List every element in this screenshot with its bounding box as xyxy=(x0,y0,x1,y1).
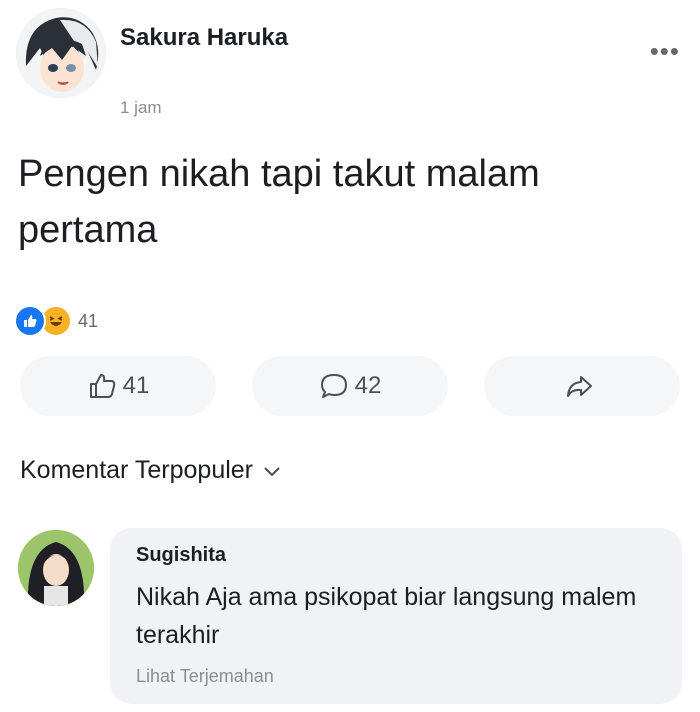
translate-link[interactable]: Lihat Terjemahan xyxy=(136,666,274,687)
like-reaction-icon xyxy=(14,305,46,337)
anime-avatar-image xyxy=(18,530,94,606)
comment-count: 42 xyxy=(354,372,382,399)
post-author-name[interactable]: Sakura Haruka xyxy=(120,24,288,52)
anime-avatar-image xyxy=(16,8,106,98)
thumbs-up-icon xyxy=(89,374,115,398)
like-count: 41 xyxy=(122,372,150,399)
more-dots-icon[interactable]: ••• xyxy=(650,36,680,67)
share-arrow-icon xyxy=(567,376,592,397)
comment-text: Nikah Aja ama psikopat biar langsung mal… xyxy=(136,583,637,649)
chevron-down-icon xyxy=(264,466,280,476)
comments-filter-label: Komentar Terpopuler xyxy=(20,456,254,484)
comment-bubble-icon xyxy=(320,374,347,398)
post-header: Sakura Haruka ••• 1 jam xyxy=(14,8,686,118)
share-button[interactable] xyxy=(484,356,680,416)
author-avatar[interactable] xyxy=(16,8,106,98)
reaction-summary[interactable]: 41 xyxy=(14,305,99,337)
commenter-avatar[interactable] xyxy=(18,530,94,606)
post-text: Pengen nikah tapi takut malam pertama xyxy=(18,153,540,251)
comment-author-name[interactable]: Sugishita xyxy=(136,544,226,567)
like-button[interactable]: 41 xyxy=(20,356,216,416)
comment-bubble: Sugishita Nikah Aja ama psikopat biar la… xyxy=(110,528,682,704)
comments-filter-dropdown[interactable]: Komentar Terpopuler xyxy=(20,456,283,485)
comment-item: Sugishita Nikah Aja ama psikopat biar la… xyxy=(0,520,700,710)
action-row: 41 42 xyxy=(0,350,700,422)
reaction-count: 41 xyxy=(78,310,99,331)
post-timestamp[interactable]: 1 jam xyxy=(120,98,162,118)
comment-button[interactable]: 42 xyxy=(252,356,448,416)
